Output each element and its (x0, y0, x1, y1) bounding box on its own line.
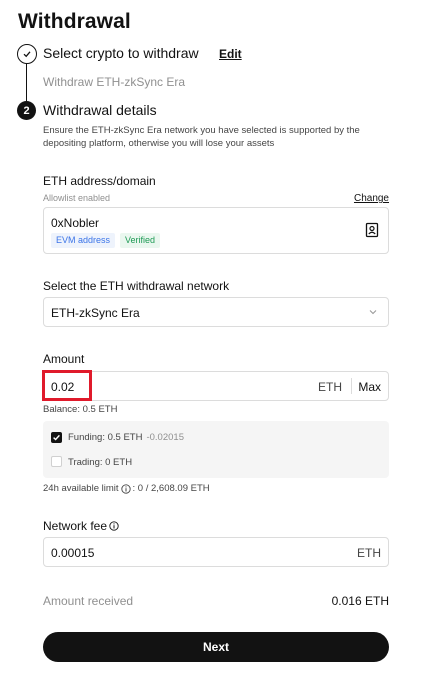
allowlist-status: Allowlist enabled (43, 193, 111, 203)
fee-label-text: Network fee (43, 519, 108, 533)
next-button[interactable]: Next (43, 632, 389, 662)
amount-value: 0.02 (51, 380, 75, 394)
page-title: Withdrawal (18, 10, 131, 33)
funding-checkbox[interactable] (51, 432, 62, 443)
change-address-link[interactable]: Change (354, 193, 389, 204)
account-source-panel: Funding: 0.5 ETH -0.02015 Trading: 0 ETH (43, 421, 389, 478)
amount-input[interactable]: 0.02 ETH Max (43, 371, 389, 401)
verified-tag: Verified (120, 233, 161, 248)
address-book-icon[interactable] (365, 222, 379, 238)
amount-divider (351, 378, 352, 394)
step-complete-check-icon (17, 44, 37, 64)
fee-value: 0.00015 (51, 546, 95, 560)
network-warning-note: Ensure the ETH-zkSync Era network you ha… (43, 125, 360, 149)
amount-received-label: Amount received (43, 594, 134, 608)
info-icon[interactable] (120, 483, 131, 494)
amount-received-value: 0.016 ETH (331, 594, 389, 608)
fee-unit: ETH (357, 546, 381, 560)
funding-delta: -0.02015 (146, 432, 184, 443)
amount-label: Amount (43, 352, 85, 366)
address-label: ETH address/domain (43, 174, 156, 188)
chevron-down-icon (369, 310, 377, 315)
checkmark-icon (53, 434, 60, 441)
address-field[interactable]: 0xNobler EVM address Verified (43, 207, 389, 254)
trading-checkbox[interactable] (51, 456, 62, 467)
funding-account-line: Funding: 0.5 ETH -0.02015 (68, 432, 184, 443)
daily-limit: 24h available limit : 0 / 2,608.09 ETH (43, 483, 210, 494)
network-label: Select the ETH withdrawal network (43, 279, 230, 293)
evm-address-tag: EVM address (51, 233, 116, 248)
trading-balance: Trading: 0 ETH (68, 457, 133, 468)
funding-balance: Funding: 0.5 ETH (68, 432, 143, 443)
network-select[interactable]: ETH-zkSync Era (43, 297, 389, 327)
network-fee-label: Network fee (43, 519, 121, 533)
step1-subtitle: Withdraw ETH-zkSync Era (43, 75, 186, 89)
network-value: ETH-zkSync Era (51, 306, 140, 320)
network-fee-field: 0.00015 ETH (43, 537, 389, 567)
max-button[interactable]: Max (358, 380, 381, 394)
balance-text: Balance: 0.5 ETH (43, 404, 118, 415)
step2-number: 2 (17, 101, 36, 120)
amount-unit: ETH (318, 380, 342, 394)
trading-account-line: Trading: 0 ETH (68, 457, 132, 468)
edit-crypto-link[interactable]: Edit (219, 47, 242, 61)
limit-value: : 0 / 2,608.09 ETH (132, 483, 210, 494)
info-icon[interactable] (109, 521, 119, 531)
address-value: 0xNobler (51, 216, 100, 230)
limit-label: 24h available limit (43, 483, 119, 494)
step1-title: Select crypto to withdraw (43, 45, 199, 61)
step2-title: Withdrawal details (43, 102, 157, 118)
stepper-line (26, 63, 27, 101)
